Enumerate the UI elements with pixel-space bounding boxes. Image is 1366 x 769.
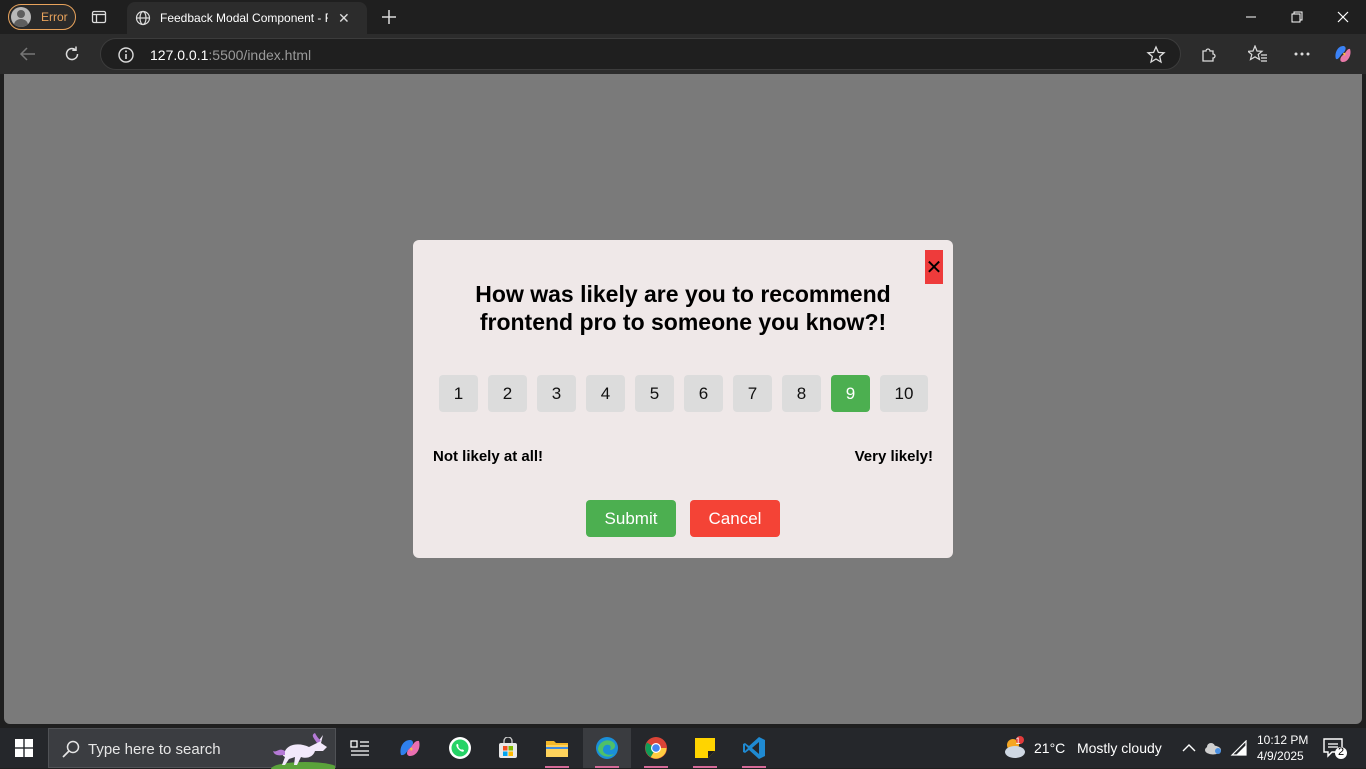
taskbar-search-box[interactable]: Type here to search	[48, 728, 336, 769]
copilot-icon	[1335, 46, 1351, 62]
feedback-modal: ✕ How was likely are you to recommend fr…	[413, 240, 953, 558]
modal-close-button[interactable]: ✕	[925, 250, 943, 284]
weather-temperature: 21°C	[1034, 740, 1066, 756]
profile-label: Error	[41, 10, 68, 24]
rating-button-8[interactable]: 8	[782, 375, 821, 412]
address-bar[interactable]: 127.0.0.1:5500/index.html	[100, 38, 1181, 70]
store-icon	[499, 737, 517, 758]
rating-button-9[interactable]: 9	[831, 375, 870, 412]
edge-browser-icon	[596, 737, 618, 759]
rating-button-4[interactable]: 4	[586, 375, 625, 412]
taskbar-sticky-notes[interactable]	[681, 728, 729, 768]
minimize-icon	[1246, 16, 1256, 18]
taskbar-vscode[interactable]	[730, 728, 778, 768]
profile-avatar-icon	[11, 7, 31, 27]
copilot-button[interactable]	[1331, 42, 1355, 66]
modal-title: How was likely are you to recommend fron…	[475, 281, 891, 335]
page-overlay: ✕ How was likely are you to recommend fr…	[4, 74, 1362, 724]
restore-icon	[1291, 11, 1303, 23]
favorites-button[interactable]	[1246, 42, 1270, 66]
clock-date: 4/9/2025	[1257, 749, 1304, 763]
folder-icon	[546, 741, 568, 757]
taskbar-chrome[interactable]	[632, 728, 680, 768]
tab-actions-button[interactable]	[86, 5, 112, 29]
weather-widget[interactable]: 21°C Mostly cloudy	[1034, 740, 1162, 756]
extensions-button[interactable]	[1197, 42, 1221, 66]
rating-button-6[interactable]: 6	[684, 375, 723, 412]
tab-actions-icon	[91, 10, 107, 24]
scale-label-high: Very likely!	[854, 448, 933, 465]
start-button[interactable]	[0, 728, 48, 768]
profile-button[interactable]: Error	[8, 4, 76, 30]
sticky-notes-icon	[695, 738, 715, 758]
rating-button-2[interactable]: 2	[488, 375, 527, 412]
network-button[interactable]	[1229, 738, 1249, 758]
taskbar-edge[interactable]	[583, 728, 631, 768]
browser-title-bar: Error Feedback Modal Component - Fronten…	[0, 0, 1366, 34]
site-info-icon[interactable]	[117, 46, 135, 64]
chrome-icon	[645, 737, 667, 759]
clock-time: 10:12 PM	[1257, 733, 1309, 747]
url-text[interactable]: 127.0.0.1:5500/index.html	[150, 47, 311, 63]
tab-close-icon[interactable]: ✕	[338, 11, 350, 25]
minimize-button[interactable]	[1228, 0, 1274, 34]
vscode-icon	[743, 737, 765, 759]
puzzle-icon	[1202, 48, 1216, 62]
search-icon	[62, 740, 80, 758]
cloud-sync-icon	[1205, 743, 1221, 755]
scale-label-low: Not likely at all!	[433, 448, 544, 465]
taskbar-store[interactable]	[484, 728, 532, 768]
rating-button-1[interactable]: 1	[439, 375, 478, 412]
search-placeholder: Type here to search	[88, 741, 221, 758]
back-button[interactable]	[16, 42, 40, 66]
active-tab[interactable]: Feedback Modal Component - Frontend Pro …	[127, 2, 367, 34]
submit-button[interactable]: Submit	[586, 500, 676, 537]
browser-toolbar: 127.0.0.1:5500/index.html	[0, 34, 1366, 74]
rating-button-3[interactable]: 3	[537, 375, 576, 412]
notification-center-button[interactable]: 2	[1322, 736, 1348, 760]
more-menu-button[interactable]	[1290, 42, 1314, 66]
url-host: 127.0.0.1	[150, 47, 209, 63]
task-view-icon	[350, 740, 369, 756]
weather-description: Mostly cloudy	[1076, 740, 1162, 756]
wifi-icon	[1230, 740, 1247, 756]
back-arrow-icon	[19, 47, 35, 61]
ellipsis-icon	[1294, 52, 1310, 56]
windows-taskbar: Type here to search 1 21°C Mostly cloudy…	[0, 728, 1366, 769]
whatsapp-icon	[449, 737, 471, 759]
windows-logo-icon	[15, 739, 33, 757]
chevron-up-icon	[1182, 744, 1196, 752]
unicorn-illustration-icon	[271, 733, 335, 769]
rating-button-7[interactable]: 7	[733, 375, 772, 412]
close-window-button[interactable]	[1320, 0, 1366, 34]
taskbar-task-view[interactable]	[336, 728, 384, 768]
url-path: :5500/index.html	[208, 47, 312, 63]
copilot-app-icon	[400, 740, 420, 756]
cancel-button[interactable]: Cancel	[690, 500, 780, 537]
notification-count: 2	[1337, 746, 1345, 758]
taskbar-copilot[interactable]	[386, 728, 434, 768]
favorite-star-icon[interactable]	[1146, 45, 1166, 65]
weather-alert-badge: 1	[1015, 736, 1021, 746]
onedrive-button[interactable]	[1203, 738, 1223, 758]
favorites-list-icon	[1248, 45, 1267, 62]
plus-icon	[382, 10, 396, 24]
rating-button-10[interactable]: 10	[880, 375, 928, 412]
tab-title: Feedback Modal Component - Frontend Pro	[160, 11, 328, 25]
refresh-button[interactable]	[60, 42, 84, 66]
rating-button-5[interactable]: 5	[635, 375, 674, 412]
globe-icon	[135, 10, 151, 26]
taskbar-whatsapp[interactable]	[436, 728, 484, 768]
restore-button[interactable]	[1274, 0, 1320, 34]
taskbar-clock[interactable]: 10:12 PM 4/9/2025	[1257, 732, 1308, 764]
show-hidden-icons-button[interactable]	[1179, 738, 1199, 758]
new-tab-button[interactable]	[378, 6, 400, 28]
refresh-icon	[65, 46, 79, 61]
taskbar-file-explorer[interactable]	[533, 728, 581, 768]
close-window-icon	[1337, 11, 1349, 23]
